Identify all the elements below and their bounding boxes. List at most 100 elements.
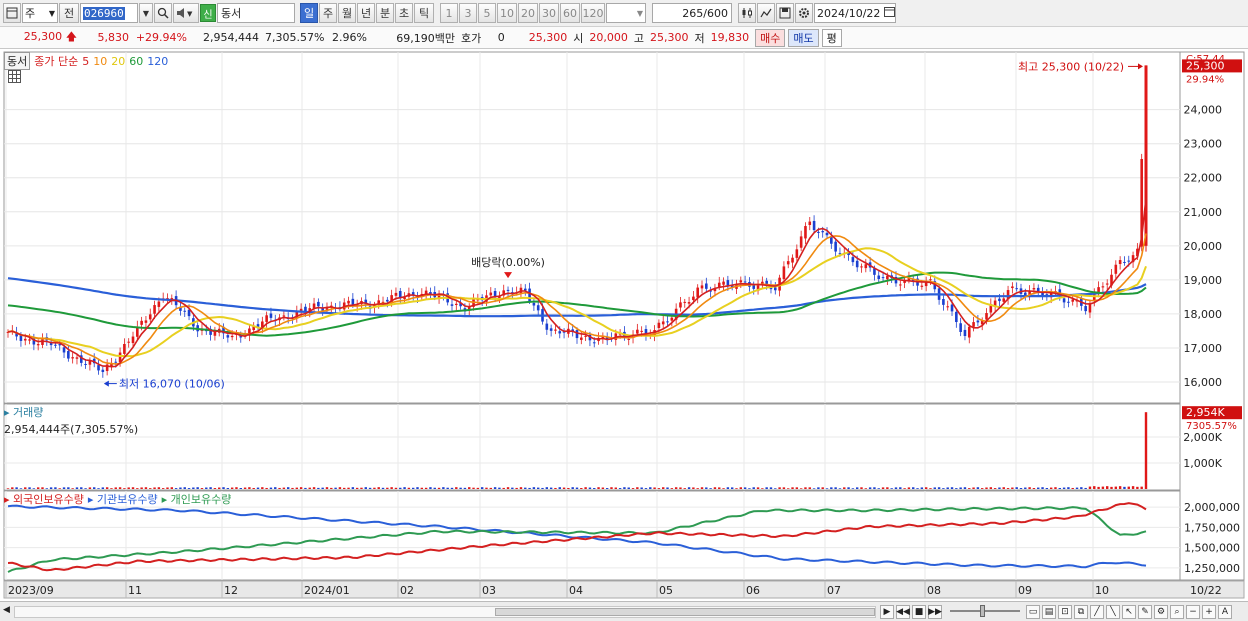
interval-30-button[interactable]: 30 [539,3,559,23]
candle-body [1067,301,1070,303]
x-tick-label: 07 [827,584,841,597]
price-tick-label: 16,000 [1184,376,1223,389]
candle-body [786,261,790,265]
volume-bar [153,487,156,489]
interval-1-button[interactable]: 1 [440,3,458,23]
fit-icon[interactable]: ⊡ [1058,605,1072,619]
volume-bar [890,488,893,489]
buy-button[interactable]: 매수 [755,28,786,47]
volume-bar [15,487,18,489]
ma-60-label[interactable]: 60 [129,55,143,68]
data-count-field[interactable]: 265/600 [652,3,732,23]
sell-button[interactable]: 매도 [788,28,819,47]
volume-title-text: 거래량 [13,406,44,419]
volume-bar [1093,486,1096,489]
average-button[interactable]: 평 [821,28,842,47]
volume-bar [62,487,66,489]
interval-10-button[interactable]: 10 [497,3,517,23]
candle-body [782,266,786,279]
speed-slider-handle[interactable] [980,605,985,617]
date-field[interactable]: 2024/10/22 [814,3,896,23]
stock-name-field[interactable]: 동서 [217,3,295,23]
stock-panel-button[interactable]: 동서 [4,52,31,70]
legend-institution[interactable]: ▸ 기관보유수량 [88,491,158,507]
price-tick-label: 21,000 [1184,206,1223,219]
ma-5-label[interactable]: 5 [82,55,89,68]
chart-scrollbar[interactable] [14,606,876,618]
fast-forward-icon[interactable]: ▶▶ [928,605,942,619]
draw-tool-icon[interactable] [757,3,775,23]
calendar-icon[interactable] [884,6,895,20]
candle-body [213,331,217,336]
layout-icon[interactable]: ▭ [1026,605,1040,619]
interval-20-button[interactable]: 20 [518,3,538,23]
volume-bar [532,487,536,489]
volume-bar [804,487,807,489]
volume-bar [580,488,583,489]
interval-3-button[interactable]: 3 [459,3,477,23]
trend-icon[interactable]: ╱ [1090,605,1104,619]
split-view-icon[interactable]: ▤ [1042,605,1056,619]
legend-individual[interactable]: ▸ 개인보유수량 [162,491,232,507]
speed-slider[interactable] [950,610,1020,612]
ma-10-label[interactable]: 10 [93,55,107,68]
prev-button[interactable]: 전 [59,3,79,23]
volume-bar [131,487,135,489]
interval-120-button[interactable]: 120 [581,3,605,23]
candle-body [657,322,661,329]
period-type-select[interactable]: 주 ▼ [22,3,58,23]
volume-bar [248,487,251,489]
chart-window-icon[interactable] [3,3,21,23]
stock-code-input[interactable]: 026960 [80,3,138,23]
interval-5-button[interactable]: 5 [478,3,496,23]
grid-toggle-icon[interactable] [8,70,21,86]
candle-body [554,329,557,331]
ma-120-label[interactable]: 120 [147,55,168,68]
volume-bar [399,487,402,489]
candle-type-icon[interactable] [738,3,756,23]
zoom-in-icon[interactable]: + [1202,605,1216,619]
rewind-icon[interactable]: ◀◀ [896,605,910,619]
period-tick-button[interactable]: 틱 [414,3,434,23]
compare-icon[interactable]: ⧉ [1074,605,1088,619]
scroll-right-icon[interactable]: ▶ [880,605,894,619]
volume-bar [700,487,704,489]
volume-bar [330,487,333,489]
legend-foreign[interactable]: ▸ 외국인보유수량 [4,491,84,507]
candle-body [864,264,868,269]
candle-body [636,329,639,334]
cursor-icon[interactable]: ↖ [1122,605,1136,619]
settings-small-icon[interactable]: ⚙ [1154,605,1168,619]
zoom-out-icon[interactable]: − [1186,605,1200,619]
volume-bar [519,487,523,489]
search-icon[interactable] [154,3,172,23]
speaker-icon[interactable]: ▼ [173,3,199,23]
period-year-button[interactable]: 년 [357,3,375,23]
candle-body [955,311,958,323]
period-week-button[interactable]: 주 [319,3,337,23]
scroll-thumb[interactable] [495,608,875,616]
font-size-icon[interactable]: A [1218,605,1232,619]
edit-icon[interactable]: ✎ [1138,605,1152,619]
candle-body [1024,292,1027,296]
zoom-icon[interactable]: ⌕ [1170,605,1184,619]
gear-icon[interactable] [795,3,813,23]
ma-20-label[interactable]: 20 [111,55,125,68]
interval-custom-select[interactable]: ▼ [606,3,646,23]
period-day-button[interactable]: 일 [300,3,318,23]
scroll-left-icon[interactable]: ◀ [3,605,10,615]
period-minute-button[interactable]: 분 [376,3,394,23]
code-dropdown-icon[interactable]: ▼ [139,3,153,23]
candle-body [1118,260,1122,265]
volume-bar [455,487,458,489]
volume-bar [261,487,264,489]
stop-icon[interactable]: ■ [912,605,926,619]
period-month-button[interactable]: 월 [338,3,356,23]
interval-60-button[interactable]: 60 [560,3,580,23]
save-icon[interactable] [776,3,794,23]
trend-down-icon[interactable]: ╲ [1106,605,1120,619]
candle-body [394,292,398,296]
chart-area[interactable]: 24,000 23,000 22,000 21,000 20,000 19,000 18,0… [0,50,1248,600]
period-second-button[interactable]: 초 [395,3,413,23]
chart-canvas[interactable]: 24,000 23,000 22,000 21,000 20,000 19,000 18,0… [0,50,1248,600]
